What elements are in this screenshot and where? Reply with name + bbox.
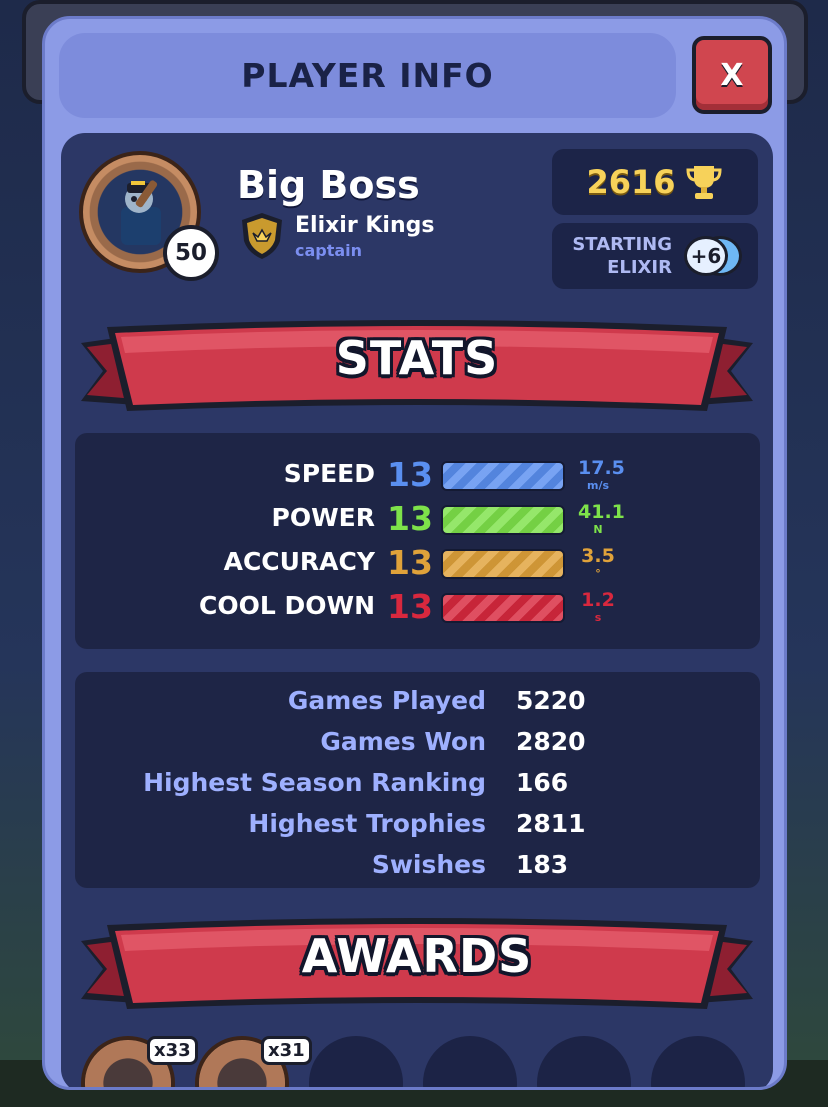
awards-title: AWARDS <box>301 929 533 983</box>
stat-unit: ° <box>595 567 601 580</box>
award-badge-locked[interactable] <box>651 1036 745 1087</box>
player-level-badge: 50 <box>163 225 219 281</box>
stat-unit: s <box>594 611 602 624</box>
trophy-icon <box>686 166 722 199</box>
stat-label: ACCURACY <box>223 547 375 576</box>
trophy-count: 2616 <box>586 163 676 201</box>
clan-role: captain <box>295 241 363 260</box>
player-info-modal: PLAYER INFO X 50 Big Boss Elixir Kings c… <box>42 16 787 1090</box>
stat-bar <box>441 549 565 579</box>
close-icon: X <box>720 57 744 93</box>
stat-label: SPEED <box>283 459 375 488</box>
stat-level: 13 <box>387 587 433 626</box>
player-panel: 50 Big Boss Elixir Kings captain 2616 ST… <box>61 133 773 1087</box>
stat-row-accuracy: ACCURACY 13 3.5 ° <box>75 543 760 587</box>
award-badge-locked[interactable] <box>309 1036 403 1087</box>
stat-level: 13 <box>387 499 433 538</box>
player-character-icon <box>121 180 161 245</box>
starting-elixir-display: STARTING ELIXIR +6 <box>552 223 758 289</box>
stats-title: STATS <box>335 331 499 385</box>
stat-level: 13 <box>387 543 433 582</box>
stat-value: 3.5 <box>581 545 615 567</box>
record-label: Highest Season Ranking <box>143 768 486 797</box>
starting-elixir-label-line1: STARTING <box>572 234 672 255</box>
record-value: 2820 <box>516 727 586 756</box>
record-row: Swishes 183 <box>75 846 760 886</box>
stat-label: COOL DOWN <box>199 591 375 620</box>
stat-level: 13 <box>387 455 433 494</box>
awards-banner: AWARDS <box>77 911 757 1011</box>
stat-row-cool-down: COOL DOWN 13 1.2 s <box>75 587 760 631</box>
record-value: 2811 <box>516 809 586 838</box>
record-value: 166 <box>516 768 569 797</box>
stats-banner: STATS <box>77 313 757 413</box>
stats-panel: SPEED 13 17.5 m/s POWER 13 41.1 N ACCURA… <box>75 433 760 649</box>
record-value: 5220 <box>516 686 586 715</box>
record-label: Swishes <box>371 850 486 879</box>
record-row: Highest Trophies 2811 <box>75 805 760 845</box>
record-value: 183 <box>516 850 569 879</box>
stat-value: 41.1 <box>578 501 625 523</box>
elixir-value: +6 <box>691 244 722 268</box>
close-button[interactable]: X <box>692 36 772 114</box>
stat-bar <box>441 593 565 623</box>
stat-row-speed: SPEED 13 17.5 m/s <box>75 455 760 499</box>
starting-elixir-label-line2: ELIXIR <box>607 257 672 278</box>
stat-value: 17.5 <box>578 457 625 479</box>
record-label: Games Won <box>320 727 486 756</box>
stat-row-power: POWER 13 41.1 N <box>75 499 760 543</box>
title-bar: PLAYER INFO <box>59 33 676 118</box>
player-name: Big Boss <box>237 163 420 207</box>
stat-label: POWER <box>271 503 375 532</box>
records-panel: Games Played 5220 Games Won 2820 Highest… <box>75 672 760 888</box>
award-badge[interactable]: x33 <box>81 1036 198 1087</box>
record-row: Games Played 5220 <box>75 682 760 722</box>
stat-bar <box>441 461 565 491</box>
record-label: Games Played <box>287 686 486 715</box>
stat-unit: m/s <box>586 479 610 492</box>
starting-elixir-label: STARTING ELIXIR <box>568 233 672 279</box>
award-badge[interactable]: x31 <box>195 1036 312 1087</box>
record-row: Games Won 2820 <box>75 723 760 763</box>
trophy-display: 2616 <box>552 149 758 215</box>
award-count: x33 <box>147 1036 198 1065</box>
award-count: x31 <box>261 1036 312 1065</box>
record-label: Highest Trophies <box>248 809 486 838</box>
award-badge-locked[interactable] <box>423 1036 517 1087</box>
stat-value: 1.2 <box>581 589 615 611</box>
clan-shield-icon[interactable] <box>239 211 285 261</box>
stat-unit: N <box>593 523 603 536</box>
award-badge-locked[interactable] <box>537 1036 631 1087</box>
clan-name[interactable]: Elixir Kings <box>295 213 434 238</box>
modal-title: PLAYER INFO <box>241 56 494 95</box>
record-row: Highest Season Ranking 166 <box>75 764 760 804</box>
elixir-icon: +6 <box>684 236 742 276</box>
stat-bar <box>441 505 565 535</box>
